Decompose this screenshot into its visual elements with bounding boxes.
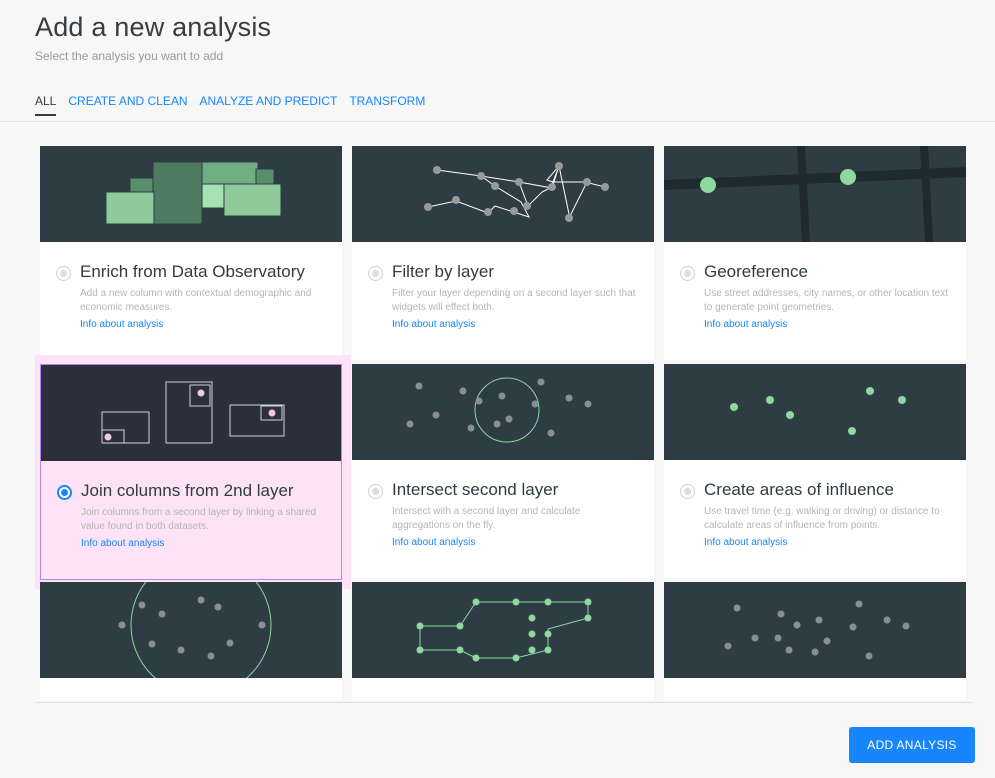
card-title: Filter by layer [392,262,495,281]
enrich-thumbnail [40,146,342,242]
card-body: Georeference Use street addresses, city … [664,242,966,360]
scatter-thumbnail [664,582,966,678]
info-link[interactable]: Info about analysis [392,319,475,330]
radio-button[interactable] [57,485,72,500]
tab-create-and-clean[interactable]: CREATE AND CLEAN [68,94,187,116]
info-link[interactable]: Info about analysis [704,319,787,330]
radio-button[interactable] [680,484,695,499]
radio-button[interactable] [56,266,71,281]
analysis-card-row3-1[interactable] [40,582,342,700]
card-body: Intersect second layer Intersect with a … [352,460,654,578]
category-tabs: ALL CREATE AND CLEAN ANALYZE AND PREDICT… [35,94,425,116]
analysis-card-georeference[interactable]: Georeference Use street addresses, city … [664,146,966,360]
areas-of-influence-thumbnail [664,364,966,460]
info-link[interactable]: Info about analysis [81,538,164,549]
card-body [664,678,966,700]
page-header: Add a new analysis Select the analysis y… [35,12,271,63]
radio-button[interactable] [680,266,695,281]
tab-transform[interactable]: TRANSFORM [349,94,425,116]
tab-analyze-and-predict[interactable]: ANALYZE AND PREDICT [200,94,338,116]
card-body: Join columns from 2nd layer Join columns… [41,461,341,579]
page-subtitle: Select the analysis you want to add [35,49,224,63]
circle-points-thumbnail [40,582,342,678]
radio-button[interactable] [368,484,383,499]
card-description: Intersect with a second layer and calcul… [392,506,581,531]
card-description: Use street addresses, city names, or oth… [704,288,948,313]
info-link[interactable]: Info about analysis [80,319,163,330]
card-title: Enrich from Data Observatory [80,262,305,281]
info-link[interactable]: Info about analysis [704,537,787,548]
footer-divider [35,702,973,703]
tab-all[interactable]: ALL [35,94,57,116]
card-description: Filter your layer depending on a second … [392,288,636,313]
page-title: Add a new analysis [35,12,272,42]
card-body [352,678,654,700]
filter-thumbnail [352,146,654,242]
card-body: Filter by layer Filter your layer depend… [352,242,654,360]
analysis-card-enrich[interactable]: Enrich from Data Observatory Add a new c… [40,146,342,360]
analysis-grid: Enrich from Data Observatory Add a new c… [35,122,973,700]
card-body: Create areas of influence Use travel tim… [664,460,966,578]
analysis-card-intersect[interactable]: Intersect second layer Intersect with a … [352,364,654,578]
card-title: Create areas of influence [704,480,894,499]
analysis-card-areas-of-influence[interactable]: Create areas of influence Use travel tim… [664,364,966,578]
radio-button[interactable] [368,266,383,281]
analysis-card-row3-3[interactable] [664,582,966,700]
card-title: Join columns from 2nd layer [81,481,294,500]
info-link[interactable]: Info about analysis [392,537,475,548]
card-description: Use travel time (e.g. walking or driving… [704,506,940,531]
card-title: Georeference [704,262,808,281]
card-title: Intersect second layer [392,480,559,499]
card-body: Enrich from Data Observatory Add a new c… [40,242,342,360]
add-analysis-button[interactable]: ADD ANALYSIS [849,727,975,763]
polygon-thumbnail [352,582,654,678]
card-description: Join columns from a second layer by link… [81,507,317,532]
card-body [40,678,342,700]
analysis-card-join-columns[interactable]: Join columns from 2nd layer Join columns… [40,364,342,580]
join-thumbnail [41,365,341,461]
analysis-card-filter-by-layer[interactable]: Filter by layer Filter your layer depend… [352,146,654,360]
card-description: Add a new column with contextual demogra… [80,288,312,313]
analysis-card-row3-2[interactable] [352,582,654,700]
intersect-thumbnail [352,364,654,460]
georeference-thumbnail [664,146,966,242]
